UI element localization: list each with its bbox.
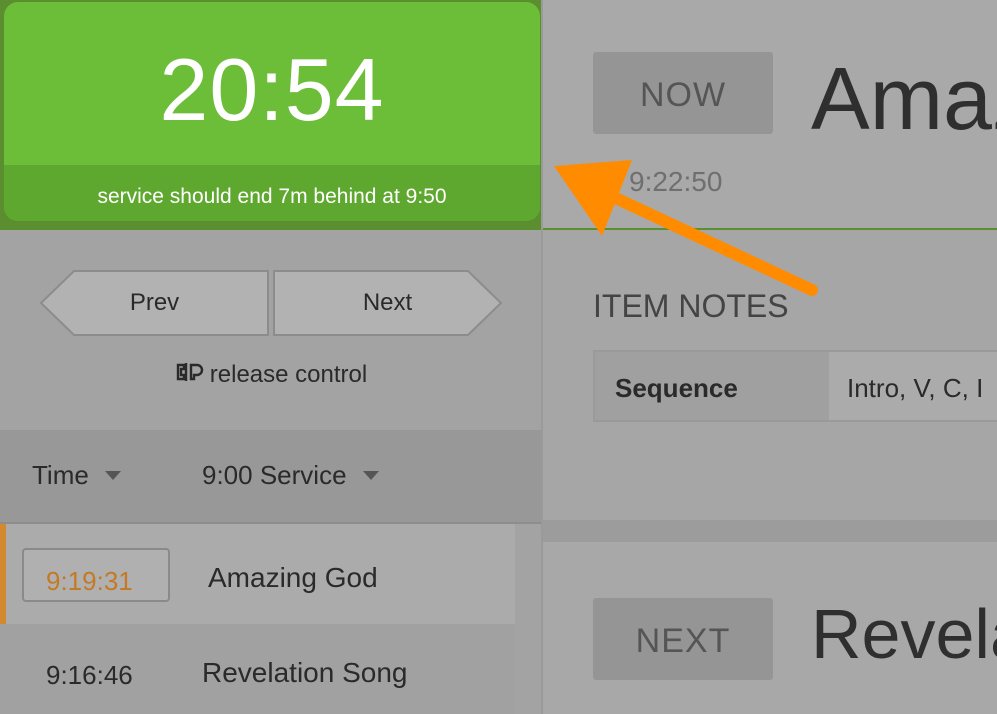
service-filter-dropdown[interactable]: 9:00 Service bbox=[202, 460, 379, 491]
plan-item-time: 9:19:31 bbox=[46, 566, 133, 596]
next-button[interactable]: Next bbox=[273, 270, 502, 336]
now-badge: NOW bbox=[593, 52, 773, 134]
plan-item[interactable]: 9:16:46 Revelation Song bbox=[0, 624, 515, 714]
prev-button-label: Prev bbox=[129, 289, 180, 316]
sidebar: 20:54 service should end 7m behind at 9:… bbox=[0, 0, 541, 714]
next-item-title: Revela bbox=[811, 595, 997, 673]
plan-item-current[interactable]: 9:19:31 Amazing God bbox=[0, 524, 515, 624]
next-button-label: Next bbox=[362, 289, 413, 316]
item-notes-table: Sequence Intro, V, C, I bbox=[593, 350, 997, 422]
main-panel: NOW Amaz 9:22:50 ITEM NOTES Sequence Int… bbox=[541, 0, 997, 714]
release-control-icon bbox=[174, 361, 204, 389]
countdown-value: 20:54 bbox=[159, 40, 385, 139]
plan-item-time: 9:16:46 bbox=[46, 660, 133, 690]
next-panel: NEXT Revela bbox=[543, 542, 997, 714]
release-control-label: release control bbox=[209, 361, 368, 388]
notes-key: Sequence bbox=[595, 352, 829, 420]
plan-items-list: 9:19:31 Amazing God 9:16:46 Revelation S… bbox=[0, 524, 515, 714]
prev-button[interactable]: Prev bbox=[40, 270, 269, 336]
plan-item-title: Revelation Song bbox=[202, 657, 408, 688]
next-badge: NEXT bbox=[593, 598, 773, 680]
time-filter-label: Time bbox=[32, 460, 89, 490]
countdown-area: 20:54 service should end 7m behind at 9:… bbox=[0, 0, 541, 230]
caret-down-icon bbox=[362, 471, 379, 480]
countdown-timer: 20:54 service should end 7m behind at 9:… bbox=[4, 2, 540, 221]
service-end-status: service should end 7m behind at 9:50 bbox=[4, 165, 540, 221]
release-control-link[interactable]: release control bbox=[0, 360, 541, 389]
time-filter-dropdown[interactable]: Time bbox=[32, 460, 121, 491]
notes-value: Intro, V, C, I bbox=[847, 373, 984, 403]
divider bbox=[543, 520, 997, 542]
now-item-title: Amaz bbox=[811, 49, 997, 148]
service-filter-label: 9:00 Service bbox=[202, 460, 347, 490]
caret-down-icon bbox=[104, 471, 121, 480]
plan-item-title: Amazing God bbox=[208, 562, 378, 593]
annotation-arrow-icon bbox=[554, 160, 818, 296]
filter-bar: Time 9:00 Service bbox=[0, 430, 541, 524]
